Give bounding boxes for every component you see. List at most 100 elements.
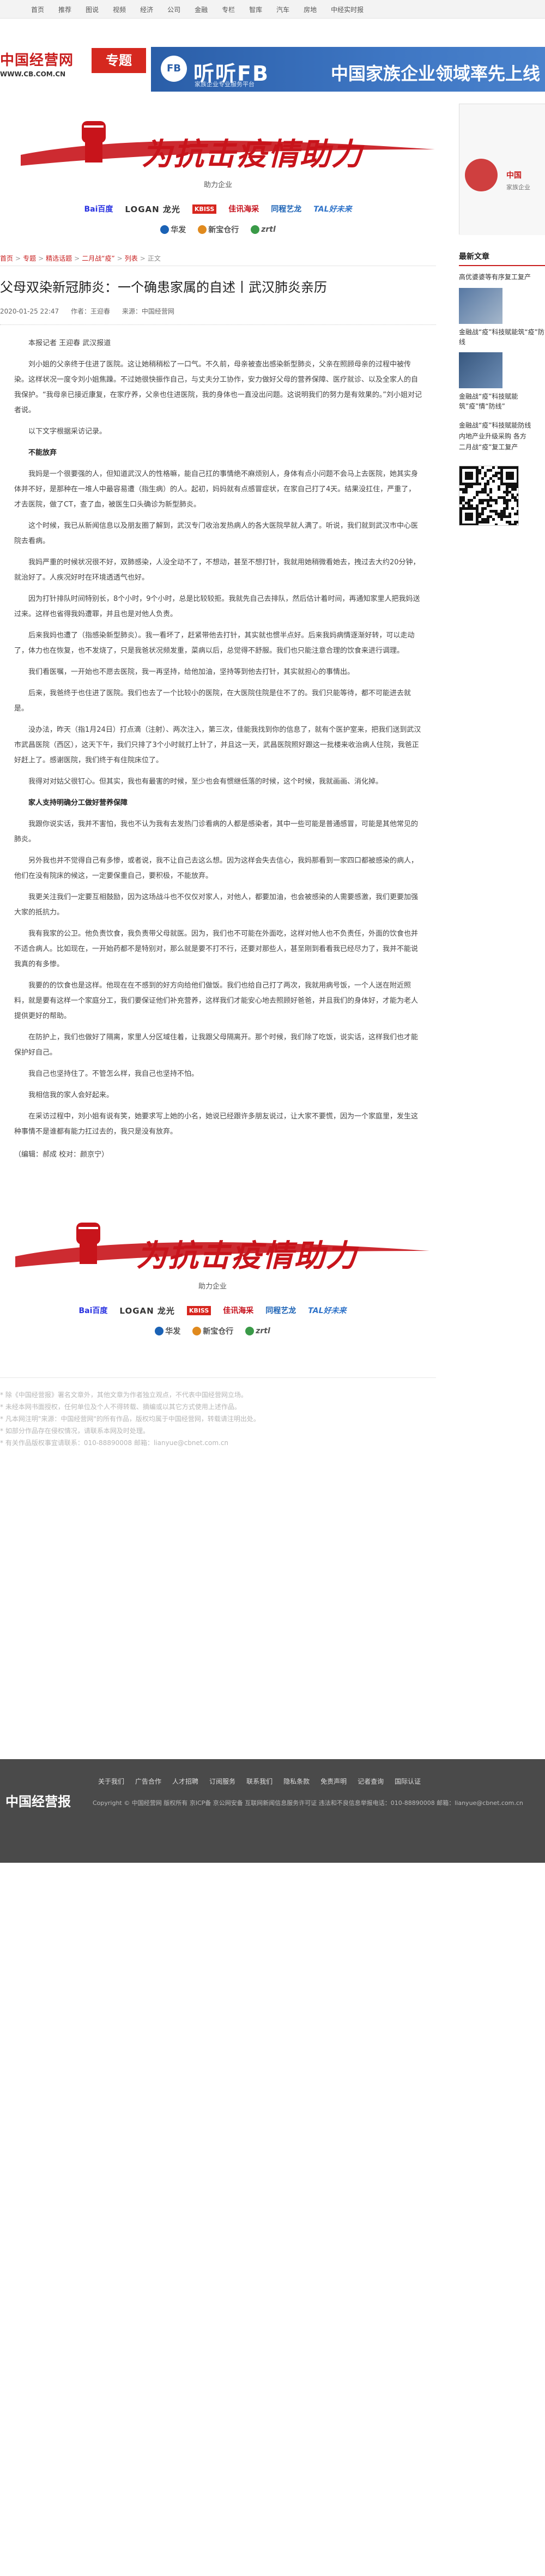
article-paragraph: 没办法，昨天（指1月24日）打点滴（注射）、两次注入，第三次，佳能我找到你的信息…	[14, 726, 421, 765]
article-author: 作者：王迎春	[70, 308, 110, 315]
sponsor-logan[interactable]: LOGAN 龙光	[119, 1305, 174, 1316]
top-nav-item[interactable]: 公司	[160, 5, 187, 14]
breadcrumb-item[interactable]: 首页	[0, 255, 13, 262]
footer-links: 关于我们 广告合作 人才招聘 订阅服务 联系我们 隐私条款 免责声明 记者查询 国际认证	[93, 1777, 426, 1786]
footer-link[interactable]: 人才招聘	[167, 1777, 204, 1786]
sidebar-list: 金融战“疫”科技赋能防线 内地产业升级采购 各方 二月战“疫”复工复产	[459, 420, 545, 453]
site-logo-url: WWW.CB.COM.CN	[0, 70, 66, 78]
sidebar-list-item[interactable]: 二月战“疫”复工复产	[459, 442, 545, 453]
huafa-logo-icon	[160, 225, 169, 234]
sidebar-thumbnail-1[interactable]	[459, 288, 502, 324]
sidebar-list-item[interactable]: 内地产业升级采购 各方	[459, 431, 545, 442]
sponsor-xinbao-label: 新宝仓行	[208, 226, 239, 234]
sponsor-huafa[interactable]: 华发	[160, 224, 186, 235]
sponsor-baidu[interactable]: Bai百度	[84, 203, 113, 214]
article-paragraph: 因为打针排队时间特别长，8个小时，9个小时，总是比较较拒。我就先自己去排队，然后…	[14, 595, 420, 618]
article-title: 父母双染新冠肺炎：一个确患家属的自述丨武汉肺炎亲历	[0, 280, 327, 295]
disclaimer-line: * 除《中国经营报》署名文章外，其他文章为作者独立观点，不代表中国经营网立场。	[0, 1391, 247, 1399]
sidebar-news[interactable]: 高优婆婆等有序复工复产	[459, 272, 545, 282]
article-paragraph: 刘小姐的父亲终于住进了医院。这让她稍稍松了一口气。不久前，母亲被查出感染新型肺炎…	[14, 360, 422, 414]
site-footer: 中国经营报 关于我们 广告合作 人才招聘 订阅服务 联系我们 隐私条款 免责声明 记者查询 国际…	[0, 1759, 545, 1863]
top-nav-item[interactable]: 房地	[296, 5, 324, 14]
footer-link[interactable]: 隐私条款	[278, 1777, 315, 1786]
footer-link[interactable]: 订阅服务	[204, 1777, 241, 1786]
footer-link[interactable]: 广告合作	[130, 1777, 167, 1786]
xinbao-logo-icon	[198, 225, 207, 234]
top-nav-item[interactable]: 图说	[78, 5, 106, 14]
top-nav-item[interactable]: 视频	[106, 5, 133, 14]
sponsor-xinbao[interactable]: 新宝仓行	[198, 224, 239, 235]
sponsor-baidu[interactable]: Bai百度	[79, 1305, 108, 1316]
site-header: 中国经营网 WWW.CB.COM.CN 专题 FB 听听FB 中国家族企业领域率…	[0, 19, 545, 92]
breadcrumb-item[interactable]: 列表	[125, 255, 138, 262]
sidebar-list-item[interactable]: 金融战“疫”科技赋能防线	[459, 420, 545, 431]
top-nav-item[interactable]: 经济	[133, 5, 160, 14]
footer-link[interactable]: 免责声明	[315, 1777, 352, 1786]
site-logo[interactable]: 中国经营网 WWW.CB.COM.CN	[0, 49, 90, 78]
sidebar-ad[interactable]: 中国 家族企业	[459, 104, 545, 235]
huafa-logo-icon	[155, 1327, 164, 1335]
article-paragraph: 这个时候，我已从新闻信息以及朋友圈了解到，武汉专门收治发热病人的各大医院早就人满…	[14, 522, 419, 545]
article-date: 2020-01-25 22:47	[0, 308, 59, 315]
sponsor-zrtl[interactable]: zrtl	[251, 225, 276, 234]
sponsor-logos: Bai百度 LOGAN 龙光 KBISS 佳讯海采 同程艺龙 TAL好未来 华发…	[60, 1300, 365, 1341]
footer-link[interactable]: 联系我们	[241, 1777, 278, 1786]
sidebar-news-title[interactable]: 高优婆婆等有序复工复产	[459, 272, 545, 282]
sidebar-caption-2[interactable]: 金融战“疫”科技赋能筑”疫”情“防线”	[459, 392, 545, 411]
sponsor-tal[interactable]: TAL好未来	[313, 203, 352, 214]
breadcrumb-item[interactable]: 精选话题	[46, 255, 72, 262]
breadcrumb-separator-icon: >	[140, 255, 146, 262]
sponsor-jiaxu[interactable]: 佳讯海采	[228, 203, 259, 214]
disclaimer-line: * 有关作品版权事宜请联系：010-88890008 邮箱：lianyue@cb…	[0, 1439, 229, 1447]
epidemic-slogan: 为抗击疫情助力	[142, 136, 363, 172]
sponsor-xinbao[interactable]: 新宝仓行	[192, 1326, 233, 1337]
top-nav-item[interactable]: 金融	[187, 5, 215, 14]
sponsor-huafa[interactable]: 华发	[155, 1326, 180, 1337]
sponsor-row-2: 华发 新宝仓行 zrtl	[65, 219, 371, 240]
sponsor-zrtl[interactable]: zrtl	[245, 1327, 270, 1335]
footer-link[interactable]: 关于我们	[93, 1777, 130, 1786]
breadcrumb-separator-icon: >	[74, 255, 80, 262]
sidebar-caption-1[interactable]: 金融战“疫”科技赋能筑“疫”防线	[459, 327, 545, 347]
footer-link[interactable]: 国际认证	[389, 1777, 426, 1786]
sponsor-kbiss[interactable]: KBISS	[192, 204, 217, 214]
article-subheading: 不能放弃	[28, 449, 57, 457]
top-nav-item[interactable]: 首页	[24, 5, 51, 14]
article-paragraph: 在防护上，我们也做好了隔离，家里人分区域住着，让我跟父母隔离开。那个时候，我们除…	[14, 1033, 419, 1057]
sponsor-logan[interactable]: LOGAN 龙光	[125, 203, 180, 215]
zrtl-logo-icon	[251, 225, 260, 234]
header-ad-banner[interactable]: FB 听听FB 中国家族企业领域率先上线 家族企业专业服务平台	[151, 47, 545, 92]
sponsor-jiaxu[interactable]: 佳讯海采	[223, 1305, 253, 1316]
editor-note: （编辑：郝成 校对：颜京宁）	[14, 1151, 109, 1159]
footer-logo[interactable]: 中国经营报	[5, 1791, 71, 1810]
qr-code-icon	[459, 466, 519, 526]
breadcrumb-separator-icon: >	[38, 255, 44, 262]
raised-fist-icon	[82, 121, 106, 162]
zhuanti-badge[interactable]: 专题	[92, 48, 146, 73]
epidemic-slogan: 为抗击疫情助力	[136, 1238, 358, 1274]
sponsor-logos: Bai百度 LOGAN 龙光 KBISS 佳讯海采 同程艺龙 TAL好未来 华发…	[65, 198, 371, 240]
sponsor-row-1: Bai百度 LOGAN 龙光 KBISS 佳讯海采 同程艺龙 TAL好未来	[60, 1300, 365, 1321]
zrtl-logo-icon	[245, 1327, 255, 1335]
footer-link[interactable]: 记者查询	[352, 1777, 389, 1786]
breadcrumb-item[interactable]: 二月战“疫”	[82, 255, 114, 262]
top-nav-item[interactable]: 推荐	[51, 5, 78, 14]
disclaimer-line: * 未经本网书面授权，任何单位及个人不得转载、摘编或以其它方式使用上述作品。	[0, 1403, 241, 1411]
epidemic-banner-bottom: 为抗击疫情助力 助力企业 Bai百度 LOGAN 龙光 KBISS 佳讯海采 同…	[0, 1195, 429, 1359]
top-nav-item[interactable]: 智库	[242, 5, 269, 14]
breadcrumb-item[interactable]: 专题	[23, 255, 36, 262]
sponsor-kbiss[interactable]: KBISS	[186, 1305, 211, 1315]
epidemic-banner-top: 为抗击疫情助力 助力企业 Bai百度 LOGAN 龙光 KBISS 佳讯海采 同…	[5, 94, 435, 257]
article-paragraph: 我妈严重的时候状况很不好，双肺感染，人没全动不了，不想动，甚至不想打针，我就用她…	[14, 558, 420, 582]
sponsor-tal[interactable]: TAL好未来	[308, 1305, 346, 1316]
sponsor-tongcheng[interactable]: 同程艺龙	[265, 1305, 296, 1316]
raised-fist-icon	[76, 1223, 100, 1264]
top-nav-item[interactable]: 专栏	[215, 5, 242, 14]
sidebar-thumbnail-2[interactable]	[459, 352, 502, 388]
top-nav-item[interactable]: 汽车	[269, 5, 296, 14]
epidemic-subtitle: 助力企业	[198, 1283, 227, 1291]
ad-slogan: 中国家族企业领域率先上线	[331, 63, 541, 84]
breadcrumb-separator-icon: >	[15, 255, 21, 262]
top-nav-item[interactable]: 中经实时报	[324, 5, 371, 14]
sponsor-tongcheng[interactable]: 同程艺龙	[271, 203, 301, 214]
